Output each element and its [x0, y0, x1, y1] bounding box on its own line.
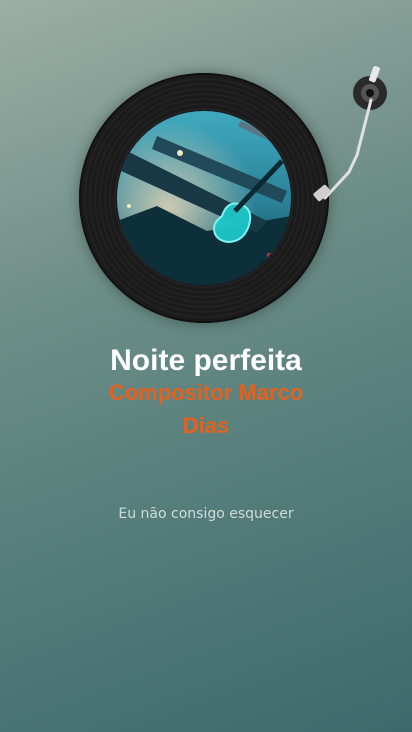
album-cover-illustration — [117, 111, 291, 285]
music-player-screen: Noite perfeita Compositor Marco Dias Eu … — [0, 0, 412, 732]
vinyl-record[interactable] — [79, 73, 329, 323]
album-cover — [117, 111, 291, 285]
song-artist: Compositor Marco Dias — [108, 380, 304, 438]
lyric-line: Eu não consigo esquecer — [118, 506, 294, 522]
song-title: Noite perfeita — [110, 344, 302, 377]
tonearm-icon[interactable] — [305, 60, 395, 210]
